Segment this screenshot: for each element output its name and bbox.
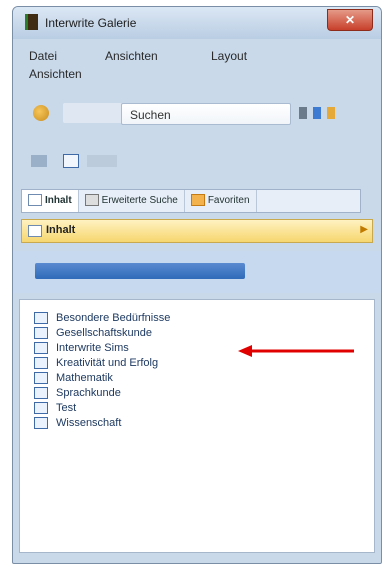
- go-icon[interactable]: [313, 107, 321, 119]
- menu-item-datei[interactable]: Datei: [29, 49, 57, 63]
- folder-icon: [34, 326, 48, 339]
- tab-label: Favoriten: [207, 195, 250, 206]
- options-icon[interactable]: [327, 107, 335, 119]
- folder-icon: [34, 401, 48, 414]
- window-title: Interwrite Galerie: [45, 16, 137, 30]
- tree-item-label: Gesellschaftskunde: [56, 326, 152, 339]
- tree-item[interactable]: Wissenschaft: [34, 415, 170, 430]
- dropdown-icon[interactable]: [299, 107, 307, 119]
- path-segment-icon[interactable]: [87, 155, 117, 167]
- tab-favoriten[interactable]: Favoriten: [185, 190, 257, 212]
- tab-erweiterte-suche[interactable]: Erweiterte Suche: [79, 190, 185, 212]
- app-icon: [25, 14, 38, 30]
- menu-item-ansichten-2[interactable]: Ansichten: [29, 67, 82, 81]
- tab-strip: Inhalt Erweiterte Suche Favoriten: [21, 189, 361, 213]
- tree-item[interactable]: Gesellschaftskunde: [34, 325, 170, 340]
- annotation-arrow-icon: [238, 345, 354, 357]
- tab-inhalt[interactable]: Inhalt: [22, 190, 79, 212]
- chevron-right-icon[interactable]: ▶: [360, 224, 368, 235]
- tree-item-label: Sprachkunde: [56, 386, 121, 399]
- tree-item[interactable]: Test: [34, 400, 170, 415]
- tab-label: Inhalt: [45, 195, 72, 206]
- tree-item-label: Mathematik: [56, 371, 113, 384]
- folder-icon: [34, 386, 48, 399]
- menu-bar: Datei Ansichten Layout Ansichten: [23, 47, 371, 87]
- star-icon: [190, 194, 205, 207]
- tree-item-label: Kreativität und Erfolg: [56, 356, 159, 369]
- search-icon: [84, 194, 99, 207]
- title-bar: Interwrite Galerie ✕: [13, 7, 381, 39]
- section-title: Inhalt: [46, 224, 76, 236]
- nav-toolbar: [23, 151, 371, 173]
- tree-item[interactable]: Mathematik: [34, 370, 170, 385]
- folder-icon: [34, 311, 48, 324]
- tree-item[interactable]: Besondere Bedürfnisse: [34, 310, 170, 325]
- section-header[interactable]: Inhalt ▶: [21, 219, 373, 243]
- menu-item-layout[interactable]: Layout: [211, 49, 247, 63]
- folder-icon: [34, 356, 48, 369]
- folder-icon: [28, 194, 42, 207]
- toolbar-band: [13, 251, 381, 293]
- search-source-icon[interactable]: [33, 105, 49, 121]
- tree-item-label: Besondere Bedürfnisse: [56, 311, 171, 324]
- tree-item[interactable]: Sprachkunde: [34, 385, 170, 400]
- close-button[interactable]: ✕: [327, 9, 373, 31]
- selection-bar[interactable]: [35, 263, 245, 279]
- menu-item-ansichten[interactable]: Ansichten: [105, 49, 158, 63]
- folder-icon: [34, 416, 48, 429]
- folder-icon: [34, 371, 48, 384]
- tab-label: Erweiterte Suche: [101, 195, 178, 206]
- search-row: Suchen: [23, 97, 371, 133]
- folder-icon[interactable]: [63, 154, 79, 168]
- folder-icon: [28, 225, 42, 237]
- folder-icon: [34, 341, 48, 354]
- back-icon[interactable]: [31, 155, 47, 167]
- gallery-window: Interwrite Galerie ✕ Datei Ansichten Lay…: [12, 6, 382, 564]
- search-button[interactable]: Suchen: [121, 103, 291, 125]
- tree-item-label: Test: [56, 401, 77, 414]
- tree-item[interactable]: Interwrite Sims: [34, 340, 170, 355]
- tree-item[interactable]: Kreativität und Erfolg: [34, 355, 170, 370]
- folder-tree: Besondere Bedürfnisse Gesellschaftskunde…: [34, 310, 170, 430]
- search-tools: [299, 107, 365, 121]
- tree-item-label: Wissenschaft: [56, 416, 122, 429]
- tree-item-label: Interwrite Sims: [56, 341, 129, 354]
- content-tree-panel: Besondere Bedürfnisse Gesellschaftskunde…: [19, 299, 375, 553]
